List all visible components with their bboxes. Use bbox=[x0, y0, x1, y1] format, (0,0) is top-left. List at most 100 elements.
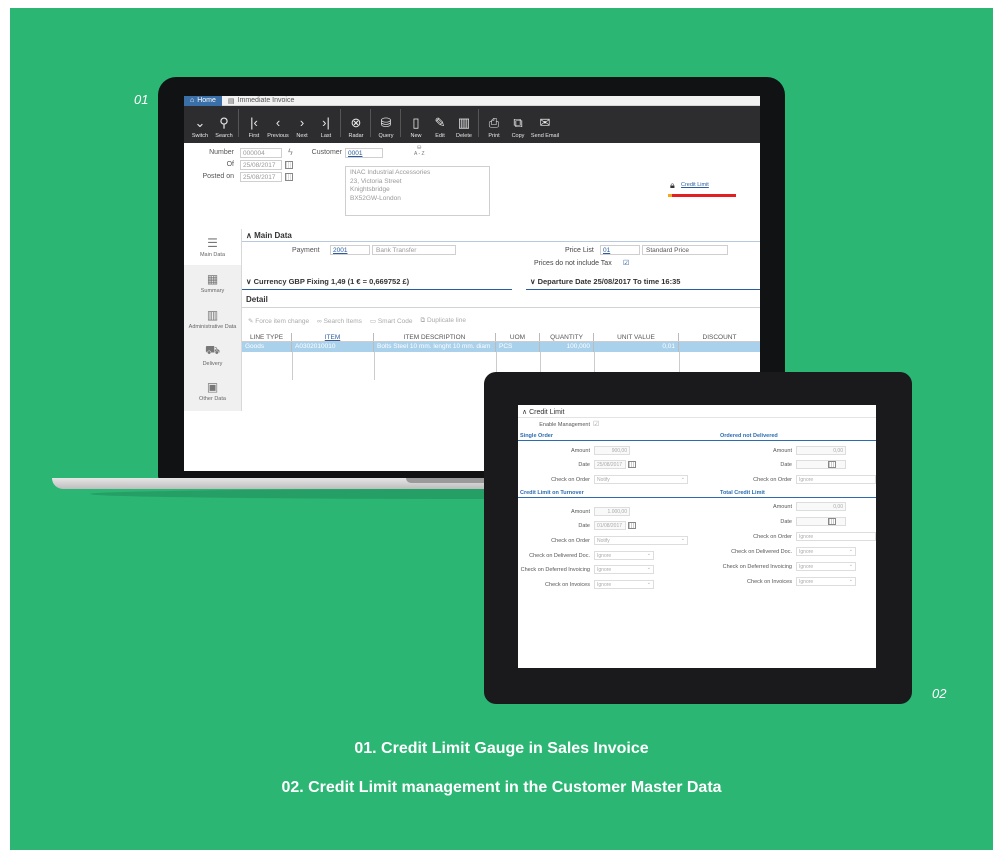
detail-table-header: LINE TYPE ITEM ITEM DESCRIPTION UOM QUAN… bbox=[242, 333, 760, 342]
ond-date-field[interactable] bbox=[796, 460, 846, 469]
col-item-description[interactable]: ITEM DESCRIPTION bbox=[374, 333, 496, 341]
currency-section-title[interactable]: ∨ Currency GBP Fixing 1,49 (1 € = 0,6697… bbox=[246, 277, 409, 286]
calendar-icon[interactable] bbox=[285, 173, 293, 181]
customer-code-field[interactable]: 0001 bbox=[345, 148, 383, 158]
force-item-change-button[interactable]: ✎ Force item change bbox=[248, 317, 309, 325]
main-data-title-text: Main Data bbox=[254, 231, 292, 240]
number-field[interactable]: 000004 bbox=[240, 148, 282, 158]
ond-amount-field[interactable]: 0,00 bbox=[796, 446, 846, 455]
credit-limit-title[interactable]: ∧ Credit Limit bbox=[522, 408, 564, 416]
first-button[interactable]: |‹ First bbox=[242, 116, 266, 139]
cell-line-type: Goods bbox=[242, 342, 292, 352]
address-line: 23, Victoria Street bbox=[350, 177, 402, 185]
tab-home-label: Home bbox=[197, 97, 216, 104]
main-data-title[interactable]: ∧ Main Data bbox=[246, 231, 292, 240]
tax-checkbox[interactable]: ☑ bbox=[623, 259, 629, 267]
barcode-icon: ▭ bbox=[369, 318, 378, 325]
turnover-check-order-select[interactable]: Notify bbox=[594, 536, 688, 545]
sidebar-item-main-data[interactable]: ☰ Main Data bbox=[184, 229, 241, 265]
action-label: Force item change bbox=[255, 318, 310, 325]
search-items-button[interactable]: ∞ Search Items bbox=[317, 318, 362, 325]
turnover-amount-field[interactable]: 1.000,00 bbox=[594, 507, 630, 516]
sidebar-item-summary[interactable]: ▦ Summary bbox=[184, 265, 241, 301]
tab-immediate-invoice[interactable]: ▤ Immediate Invoice bbox=[222, 97, 300, 105]
turnover-check-invoices-select[interactable]: Ignore bbox=[594, 580, 654, 589]
next-button[interactable]: › Next bbox=[290, 116, 314, 139]
radar-button[interactable]: ⊗ Radar bbox=[344, 116, 368, 139]
enable-management-checkbox[interactable]: ☑ bbox=[593, 420, 599, 428]
new-button[interactable]: ▯ New bbox=[404, 116, 428, 139]
total-amount-field[interactable]: 0,00 bbox=[796, 502, 846, 511]
col-discount[interactable]: DISCOUNT bbox=[679, 333, 760, 341]
col-line-type[interactable]: LINE TYPE bbox=[242, 333, 292, 341]
chevron-up-icon: ∧ bbox=[246, 231, 255, 240]
copy-button[interactable]: ⧉ Copy bbox=[506, 116, 530, 139]
single-order-check-select[interactable]: Notify bbox=[594, 475, 688, 484]
previous-button[interactable]: ‹ Previous bbox=[266, 116, 290, 139]
total-check-invoices-select[interactable]: Ignore bbox=[796, 577, 856, 586]
single-order-amount-field[interactable]: 900,00 bbox=[594, 446, 630, 455]
search-button[interactable]: ⚲ Search bbox=[212, 116, 236, 139]
price-list-code-field[interactable]: 01 bbox=[600, 245, 640, 255]
first-label: First bbox=[248, 133, 260, 139]
of-label: Of bbox=[226, 161, 234, 168]
calendar-icon[interactable] bbox=[628, 461, 636, 468]
turnover-date-label: Date bbox=[578, 523, 590, 529]
delete-button[interactable]: ▥ Delete bbox=[452, 116, 476, 139]
database-icon: ⛁ bbox=[380, 115, 392, 130]
tab-home[interactable]: ⌂ Home bbox=[184, 96, 222, 106]
ond-date-label: Date bbox=[780, 462, 792, 468]
calendar-icon[interactable] bbox=[628, 522, 636, 529]
credit-limit-link[interactable]: Credit Limit bbox=[681, 182, 709, 188]
edit-button[interactable]: ✎ Edit bbox=[428, 116, 452, 139]
print-icon: ⎙ bbox=[488, 115, 500, 130]
sidebar-item-other-data[interactable]: ▣ Other Data bbox=[184, 373, 241, 409]
radar-label: Radar bbox=[348, 133, 364, 139]
calendar-icon[interactable] bbox=[285, 161, 293, 169]
switch-button[interactable]: ⌄ Switch bbox=[188, 116, 212, 139]
send-email-button[interactable]: ✉ Send Email bbox=[530, 116, 560, 139]
single-order-title: Single Order bbox=[520, 433, 554, 439]
departure-section-title[interactable]: ∨ Departure Date 25/08/2017 To time 16:3… bbox=[530, 277, 680, 286]
single-order-date-field[interactable]: 25/08/2017 bbox=[594, 460, 626, 469]
enable-management-label: Enable Management bbox=[539, 422, 590, 428]
total-check-delivered-select[interactable]: Ignore bbox=[796, 547, 856, 556]
turnover-date-field[interactable]: 01/08/2017 bbox=[594, 521, 626, 530]
last-button[interactable]: ›| Last bbox=[314, 116, 338, 139]
caption-first: 01. Credit Limit Gauge in Sales Invoice bbox=[354, 740, 649, 757]
total-check-order-field[interactable]: Ignore bbox=[796, 532, 876, 541]
calendar-icon[interactable] bbox=[828, 461, 836, 468]
sidebar-item-administrative-data[interactable]: ▥ Administrative Data bbox=[184, 301, 241, 337]
toolbar-divider bbox=[400, 108, 401, 137]
turnover-check-invoices-label: Check on Invoices bbox=[545, 582, 590, 588]
payment-label: Payment bbox=[292, 247, 320, 254]
posted-date-field[interactable]: 25/08/2017 bbox=[240, 172, 282, 182]
of-date-field[interactable]: 25/08/2017 bbox=[240, 160, 282, 170]
ond-check-field[interactable]: Ignore bbox=[796, 475, 876, 484]
handshake-icon: ☰ bbox=[207, 236, 218, 250]
detail-action-bar: ✎ Force item change ∞ Search Items ▭ Sma… bbox=[242, 315, 760, 327]
price-list-description: Standard Price bbox=[642, 245, 728, 255]
turnover-check-deferred-select[interactable]: Ignore bbox=[594, 565, 654, 574]
lightning-icon: ϟ bbox=[288, 147, 293, 157]
sort-az-icon[interactable]: ⛁ A - Z bbox=[414, 145, 425, 157]
col-unit-value[interactable]: UNIT VALUE bbox=[594, 333, 679, 341]
calendar-icon[interactable] bbox=[828, 518, 836, 525]
query-button[interactable]: ⛁ Query bbox=[374, 116, 398, 139]
sidebar-item-delivery[interactable]: ⛟ Delivery bbox=[184, 337, 241, 373]
total-check-deferred-select[interactable]: Ignore bbox=[796, 562, 856, 571]
print-button[interactable]: ⎙ Print bbox=[482, 116, 506, 139]
radar-icon: ⊗ bbox=[350, 115, 362, 130]
turnover-check-delivered-select[interactable]: Ignore bbox=[594, 551, 654, 560]
col-uom[interactable]: UOM bbox=[496, 333, 540, 341]
single-order-check-label: Check on Order bbox=[551, 477, 590, 483]
duplicate-line-button[interactable]: ⧉ Duplicate line bbox=[421, 317, 466, 325]
copy-label: Copy bbox=[511, 133, 525, 139]
smart-code-button[interactable]: ▭ Smart Code bbox=[370, 317, 413, 325]
last-label: Last bbox=[320, 133, 332, 139]
col-item[interactable]: ITEM bbox=[292, 333, 374, 341]
total-date-field[interactable] bbox=[796, 517, 846, 526]
payment-code-field[interactable]: 2001 bbox=[330, 245, 370, 255]
col-quantity[interactable]: QUANTITY bbox=[540, 333, 594, 341]
table-row[interactable]: Goods A0302010010 Bolts Steel 10 mm. len… bbox=[242, 342, 760, 352]
